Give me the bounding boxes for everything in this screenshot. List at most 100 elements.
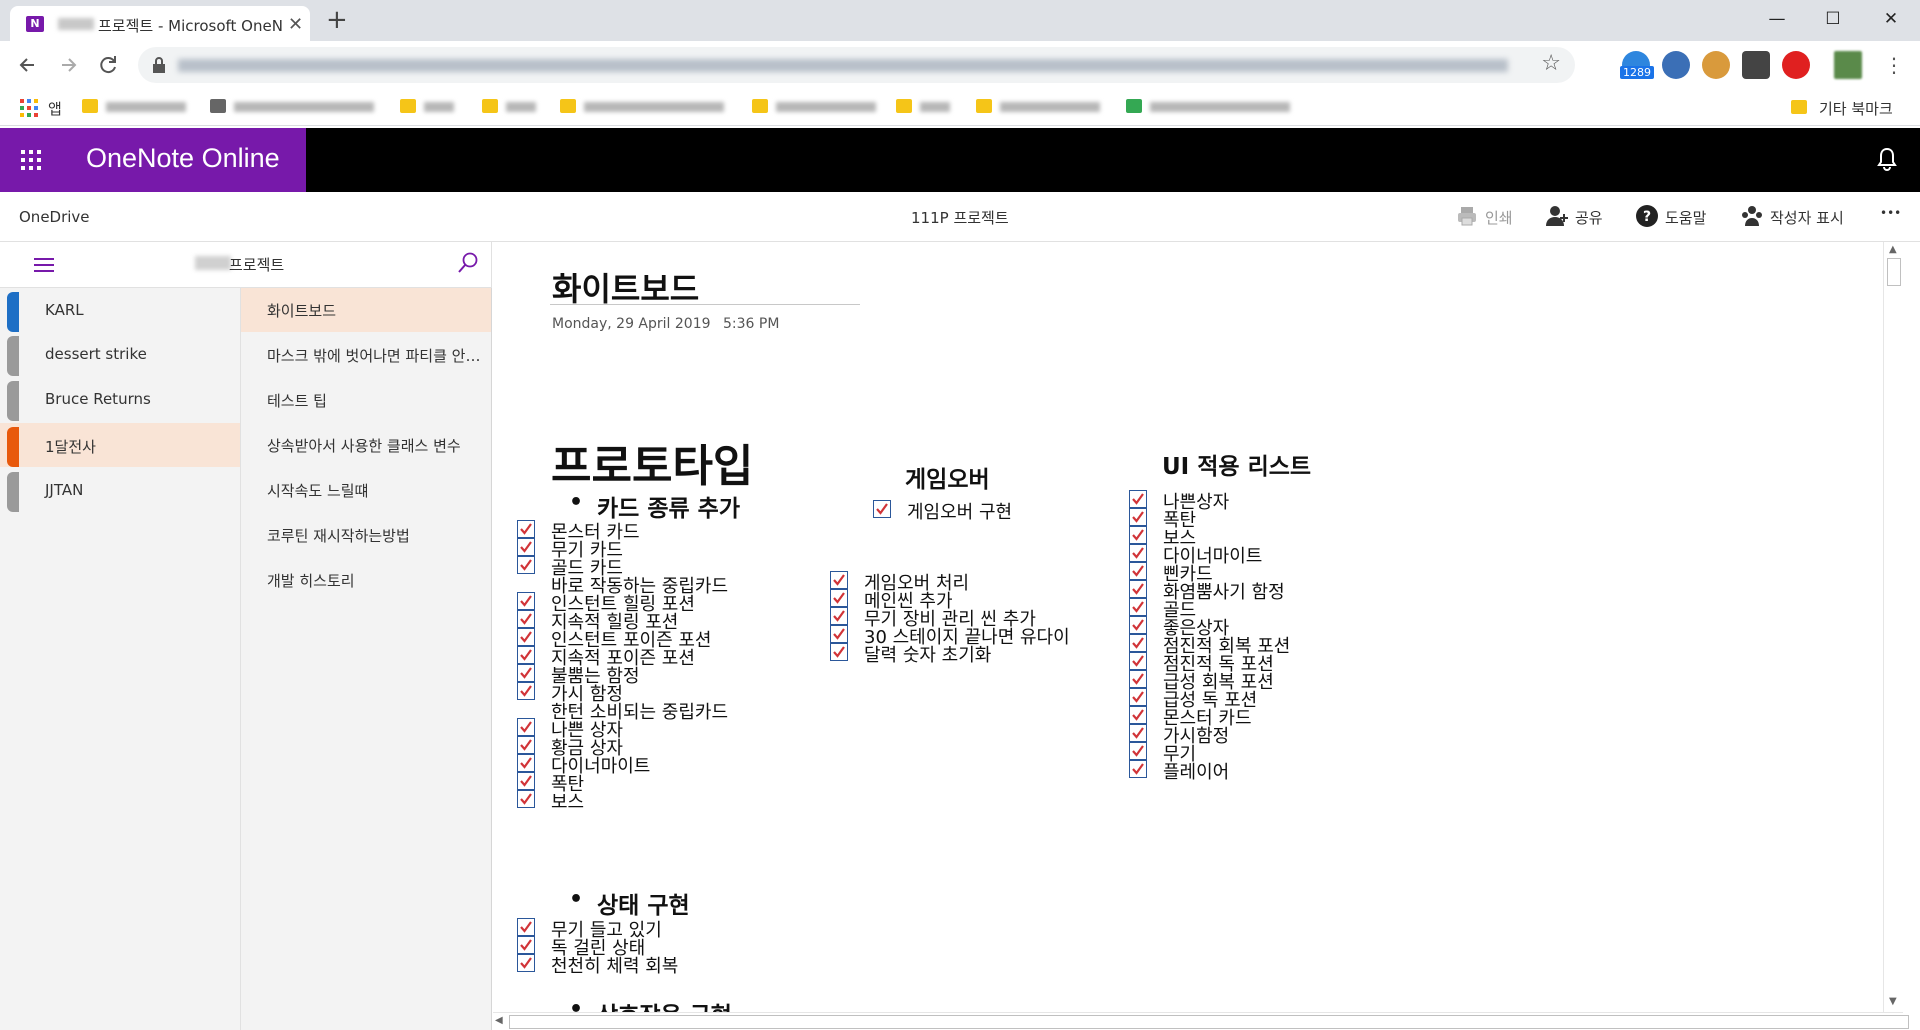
checkbox-checked-icon[interactable] [517, 556, 535, 574]
extension-stop-icon[interactable] [1782, 51, 1810, 79]
state-heading[interactable]: 상태 구현 [597, 886, 690, 920]
checklist-item-text[interactable]: 보스 [551, 788, 584, 814]
bookmark-item[interactable] [896, 98, 956, 116]
app-launcher-button[interactable] [0, 128, 64, 192]
section-item[interactable]: dessert strike [0, 332, 240, 376]
checklist-item-text[interactable]: 게임오버 구현 [907, 498, 1012, 524]
hamburger-menu-icon[interactable] [34, 257, 54, 273]
checkbox-checked-icon[interactable] [830, 625, 848, 643]
checkbox-checked-icon[interactable] [1129, 760, 1147, 778]
checkbox-checked-icon[interactable] [1129, 670, 1147, 688]
checkbox-checked-icon[interactable] [1129, 598, 1147, 616]
apps-grid-icon[interactable] [20, 99, 38, 117]
checkbox-checked-icon[interactable] [1129, 742, 1147, 760]
checkbox-checked-icon[interactable] [1129, 508, 1147, 526]
tab-close-icon[interactable]: ✕ [288, 14, 303, 35]
vertical-scrollbar[interactable]: ▲ ▼ [1883, 242, 1903, 1012]
checkbox-checked-icon[interactable] [517, 754, 535, 772]
checkbox-checked-icon[interactable] [517, 592, 535, 610]
interaction-heading[interactable]: 상호작용 구현 [597, 996, 732, 1012]
page-item[interactable]: 코루틴 재시작하는방법 [241, 513, 491, 557]
checkbox-checked-icon[interactable] [873, 500, 891, 518]
checkbox-checked-icon[interactable] [830, 589, 848, 607]
checkbox-checked-icon[interactable] [517, 736, 535, 754]
checkbox-checked-icon[interactable] [517, 538, 535, 556]
checkbox-checked-icon[interactable] [1129, 652, 1147, 670]
extension-globe-icon[interactable] [1662, 51, 1690, 79]
checkbox-checked-icon[interactable] [517, 664, 535, 682]
prototype-heading[interactable]: 프로토타입 [551, 430, 753, 494]
checkbox-checked-icon[interactable] [1129, 724, 1147, 742]
checkbox-checked-icon[interactable] [1129, 616, 1147, 634]
breadcrumb-onedrive[interactable]: OneDrive [19, 208, 90, 226]
forward-icon[interactable] [54, 51, 82, 79]
checklist-item-text[interactable]: 플레이어 [1163, 758, 1229, 784]
checkbox-checked-icon[interactable] [1129, 706, 1147, 724]
checkbox-checked-icon[interactable] [1129, 562, 1147, 580]
extension-bulb-icon[interactable] [1742, 51, 1770, 79]
scroll-thumb[interactable] [509, 1015, 1909, 1029]
brand[interactable]: OneNote Online [64, 128, 306, 192]
new-tab-button[interactable]: + [326, 6, 348, 34]
checkbox-checked-icon[interactable] [517, 520, 535, 538]
browser-menu-icon[interactable]: ⋮ [1884, 53, 1904, 77]
page-item[interactable]: 마스크 밖에 벗어나면 파티클 안그리는 방법 [241, 333, 491, 377]
checkbox-checked-icon[interactable] [1129, 526, 1147, 544]
window-minimize-button[interactable]: — [1752, 4, 1802, 34]
browser-tab[interactable]: N 프로젝트 - Microsoft OneNote Online ✕ [10, 6, 310, 41]
checkbox-checked-icon[interactable] [517, 628, 535, 646]
checkbox-checked-icon[interactable] [517, 646, 535, 664]
bookmark-item[interactable] [752, 98, 882, 116]
checkbox-checked-icon[interactable] [517, 918, 535, 936]
checkbox-checked-icon[interactable] [830, 571, 848, 589]
apps-label[interactable]: 앱 [48, 98, 62, 119]
checkbox-checked-icon[interactable] [517, 790, 535, 808]
back-icon[interactable] [14, 51, 42, 79]
window-maximize-button[interactable]: ☐ [1808, 4, 1858, 34]
bookmark-item[interactable] [482, 98, 542, 116]
checkbox-checked-icon[interactable] [517, 682, 535, 700]
notification-bell-icon[interactable] [1876, 146, 1898, 172]
bookmark-item[interactable] [400, 98, 460, 116]
profile-avatar[interactable] [1834, 51, 1862, 79]
checkbox-checked-icon[interactable] [830, 643, 848, 661]
window-close-button[interactable]: ✕ [1866, 4, 1916, 34]
checkbox-checked-icon[interactable] [517, 718, 535, 736]
page-item[interactable]: 개발 히스토리 [241, 558, 491, 602]
section-item[interactable]: Bruce Returns [0, 377, 240, 421]
checklist-item-text[interactable]: 달력 숫자 초기화 [864, 641, 991, 667]
bookmark-star-icon[interactable]: ☆ [1541, 51, 1561, 76]
section-item-selected[interactable]: 1달전사 [0, 423, 240, 467]
checklist-item-text[interactable]: 천천히 체력 회복 [551, 952, 678, 978]
scroll-left-icon[interactable]: ◀ [495, 1015, 503, 1026]
checkbox-checked-icon[interactable] [1129, 490, 1147, 508]
scroll-down-icon[interactable]: ▼ [1889, 996, 1897, 1007]
page-item[interactable]: 시작속도 느릴떄 [241, 468, 491, 512]
checkbox-checked-icon[interactable] [1129, 544, 1147, 562]
bookmark-item[interactable] [210, 98, 380, 116]
page-item-selected[interactable]: 화이트보드 [241, 288, 491, 332]
more-options-button[interactable]: ••• [1880, 206, 1901, 220]
section-item[interactable]: KARL [0, 288, 240, 332]
checkbox-checked-icon[interactable] [1129, 688, 1147, 706]
checkbox-checked-icon[interactable] [517, 954, 535, 972]
bookmark-item[interactable] [976, 98, 1106, 116]
notebook-name[interactable]: 프로젝트 [229, 254, 284, 275]
extension-cookie-icon[interactable] [1702, 51, 1730, 79]
checkbox-checked-icon[interactable] [830, 607, 848, 625]
address-bar[interactable]: ☆ [138, 47, 1575, 83]
scroll-up-icon[interactable]: ▲ [1889, 244, 1897, 255]
bookmark-item[interactable] [1126, 98, 1296, 116]
checkbox-checked-icon[interactable] [517, 772, 535, 790]
ui-list-heading[interactable]: UI 적용 리스트 [1162, 447, 1311, 481]
page-item[interactable]: 테스트 팁 [241, 378, 491, 422]
scroll-thumb[interactable] [1887, 258, 1901, 286]
bookmark-item[interactable] [82, 98, 202, 116]
gameover-heading[interactable]: 게임오버 [905, 460, 990, 494]
page-canvas[interactable]: 화이트보드 Monday, 29 April 2019 5:36 PM 프로토타… [493, 242, 1883, 1012]
search-icon[interactable] [457, 252, 479, 274]
section-item[interactable]: JJTAN [0, 468, 240, 512]
page-item[interactable]: 상속받아서 사용한 클래스 변수 [241, 423, 491, 467]
checkbox-checked-icon[interactable] [517, 610, 535, 628]
checkbox-checked-icon[interactable] [1129, 580, 1147, 598]
